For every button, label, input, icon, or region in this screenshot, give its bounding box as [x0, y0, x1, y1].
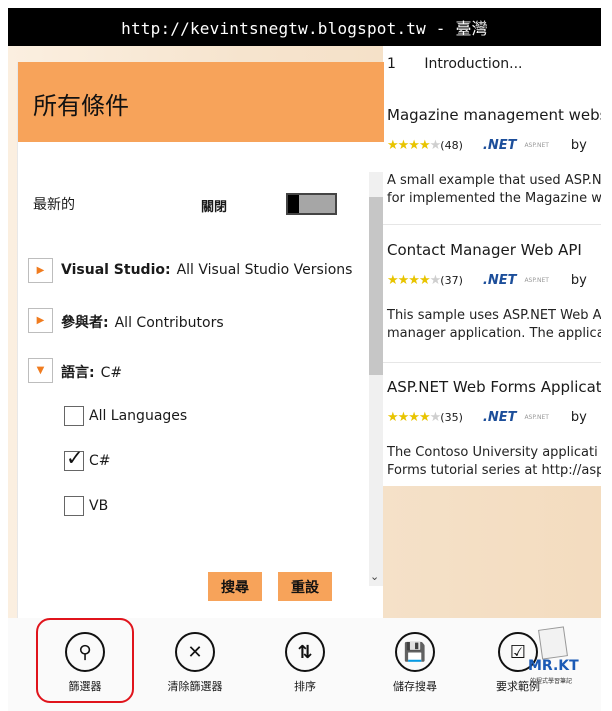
checkbox-csharp[interactable]: ✓ — [64, 446, 84, 471]
dotnet-logo-icon: .NET ASP.NET — [482, 273, 549, 288]
toggle-state-label: 關閉 — [201, 200, 228, 215]
result-meta: ★★★★★ (48) .NET ASP.NET by — [387, 138, 587, 153]
save-search-label: 儲存搜尋 — [393, 680, 437, 693]
sort-button[interactable]: ⇅ 排序 — [260, 632, 350, 694]
author-prefix: by — [570, 410, 587, 425]
panel-scrollbar[interactable]: ⌄ — [369, 172, 383, 586]
rating-count: (48) — [440, 139, 463, 152]
chevron-down-icon[interactable]: ⌄ — [370, 570, 379, 583]
result-desc-line: This sample uses ASP.NET Web A — [387, 308, 601, 323]
result-desc-line: manager application. The applica — [387, 326, 601, 341]
notepad-icon — [538, 626, 568, 660]
author-prefix: by — [570, 273, 587, 288]
result-desc-line: for implemented the Magazine we — [387, 191, 601, 206]
result-desc-line: A small example that used ASP.N — [387, 173, 601, 188]
result-meta: ★★★★★ (37) .NET ASP.NET by — [387, 273, 587, 288]
newest-label: 最新的 — [33, 197, 75, 213]
expand-arrow-icon[interactable]: ▶ — [28, 258, 53, 283]
clear-filter-button[interactable]: ✕ 清除篩選器 — [150, 632, 240, 694]
dotnet-logo-icon: .NET ASP.NET — [482, 138, 549, 153]
newest-toggle[interactable] — [286, 193, 337, 215]
scrollbar-thumb[interactable] — [369, 197, 383, 375]
rating-count: (37) — [440, 274, 463, 287]
result-desc-line: Forms tutorial series at http://asp — [387, 463, 601, 478]
filter-language[interactable]: 語言: C# — [61, 362, 122, 382]
highlight-annotation — [36, 618, 134, 703]
star-rating: ★★★★★ — [387, 410, 441, 425]
clear-filter-label: 清除篩選器 — [167, 680, 223, 693]
filter-panel: 所有條件 最新的 關閉 ▶ Visual Studio: All Visual S… — [17, 62, 384, 630]
search-button[interactable]: 搜尋 — [208, 572, 262, 601]
results-top-row: 1 Introduction... — [387, 56, 523, 72]
logo-name: MR.KT — [528, 658, 579, 674]
result-intro-label: Introduction... — [424, 56, 523, 72]
filter-contributors[interactable]: 參與者: All Contributors — [61, 312, 224, 332]
result-desc-line: The Contoso University applicati — [387, 445, 598, 460]
save-search-button[interactable]: 💾 儲存搜尋 — [370, 632, 460, 694]
result-title[interactable]: Magazine management websit — [387, 106, 601, 124]
divider — [383, 224, 601, 225]
panel-header: 所有條件 — [18, 62, 384, 142]
panel-title: 所有條件 — [33, 92, 129, 120]
save-icon: 💾 — [395, 632, 435, 672]
sort-label: 排序 — [294, 680, 316, 693]
checkbox-label: C# — [89, 453, 111, 469]
results-list[interactable]: 1 Introduction... Magazine management we… — [383, 46, 601, 486]
checkmark-icon: ✓ — [66, 446, 84, 470]
result-title[interactable]: ASP.NET Web Forms Applicatio — [387, 378, 601, 396]
mrkt-logo: MR.KT 的程式學習筆記 — [528, 626, 580, 688]
logo-subtitle: 的程式學習筆記 — [530, 678, 573, 685]
author-prefix: by — [570, 138, 587, 153]
filter-visual-studio[interactable]: Visual Studio: All Visual Studio Versions — [61, 262, 352, 278]
toggle-knob[interactable] — [288, 195, 299, 213]
divider — [383, 362, 601, 363]
close-icon: ✕ — [175, 632, 215, 672]
reset-button[interactable]: 重設 — [278, 572, 332, 601]
result-title[interactable]: Contact Manager Web API — [387, 241, 582, 259]
result-index: 1 — [387, 56, 396, 72]
checkbox-all-languages[interactable] — [64, 406, 84, 426]
result-meta: ★★★★★ (35) .NET ASP.NET by — [387, 410, 587, 425]
checkbox-vb[interactable] — [64, 496, 84, 516]
collapse-arrow-icon[interactable]: ▼ — [28, 358, 53, 383]
checkbox-label: All Languages — [89, 408, 188, 424]
rating-count: (35) — [440, 411, 463, 424]
dotnet-logo-icon: .NET ASP.NET — [482, 410, 549, 425]
expand-arrow-icon[interactable]: ▶ — [28, 308, 53, 333]
star-rating: ★★★★★ — [387, 273, 441, 288]
url-banner: http://kevintsnegtw.blogspot.tw - 臺灣 — [8, 8, 601, 46]
star-rating: ★★★★★ — [387, 138, 441, 153]
sort-arrows-icon: ⇅ — [285, 632, 325, 672]
checkbox-label: VB — [89, 498, 109, 514]
